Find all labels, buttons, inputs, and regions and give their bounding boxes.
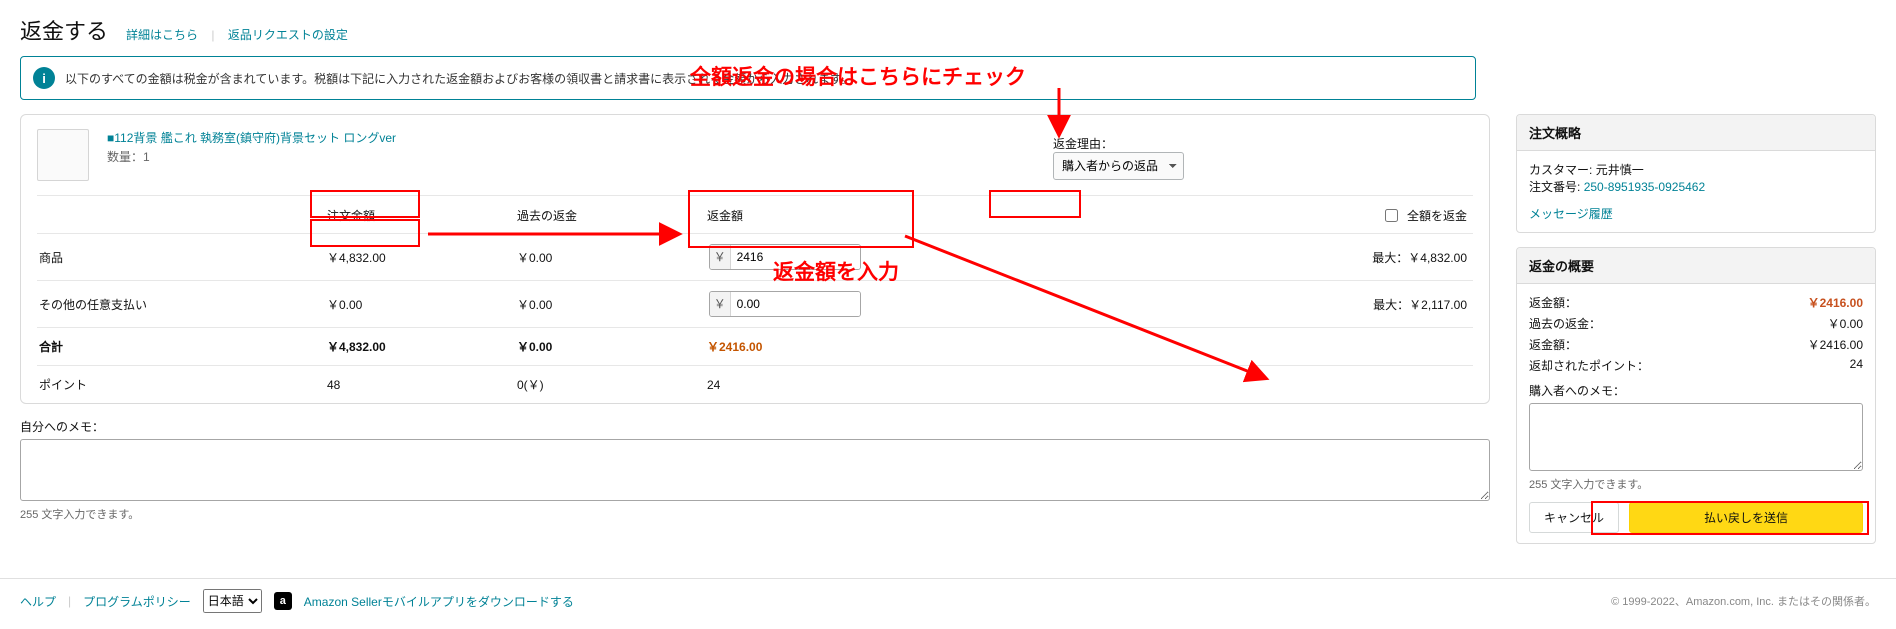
order-summary-panel: 注文概略 カスタマー: 元井慎一 注文番号: 250-8951935-09254… bbox=[1516, 114, 1876, 233]
submit-refund-button[interactable]: 払い戻しを送信 bbox=[1629, 502, 1863, 533]
footer-copyright: © 1999-2022、Amazon.com, Inc. またはその関係者。 bbox=[1611, 593, 1876, 609]
refund-table-header: 注文金額 過去の返金 返金額 全額を返金 bbox=[37, 195, 1473, 233]
row-other-refund-input-wrap: ￥ bbox=[709, 291, 861, 317]
order-id-link[interactable]: 250-8951935-0925462 bbox=[1584, 180, 1705, 194]
row-other-label: その他の任意支払い bbox=[37, 296, 327, 313]
row-product-refund-input[interactable] bbox=[731, 245, 860, 269]
page-header: 返金する 詳細はこちら | 返品リクエストの設定 bbox=[20, 14, 1876, 46]
row-total-past-refund: ￥0.00 bbox=[517, 338, 707, 355]
self-memo-label: 自分へのメモ： bbox=[20, 418, 1490, 435]
order-line: 注文番号: 250-8951935-0925462 bbox=[1529, 178, 1863, 195]
product-title-link[interactable]: ■112背景 艦これ 執務室(鎮守府)背景セット ロングver bbox=[107, 131, 396, 145]
row-product-max: 最大：￥4,832.00 bbox=[1007, 249, 1473, 266]
app-badge-icon: a bbox=[274, 592, 292, 610]
customer-line: カスタマー: 元井慎一 bbox=[1529, 161, 1863, 178]
row-product-order-amount: ￥4,832.00 bbox=[327, 249, 517, 266]
row-other-past-refund: ￥0.00 bbox=[517, 296, 707, 313]
self-memo-textarea[interactable] bbox=[20, 439, 1490, 501]
col-refund-amount: 返金額 bbox=[707, 207, 1007, 224]
summary-past-refund: 過去の返金： ￥0.00 bbox=[1529, 315, 1863, 332]
row-other-max: 最大：￥2,117.00 bbox=[1007, 296, 1473, 313]
refund-summary-title: 返金の概要 bbox=[1517, 248, 1875, 284]
table-row-other: その他の任意支払い ￥0.00 ￥0.00 ￥ 最大：￥2,117.00 bbox=[37, 280, 1473, 327]
summary-refund: 返金額： ￥2416.00 bbox=[1529, 336, 1863, 353]
message-history-link[interactable]: メッセージ履歴 bbox=[1529, 207, 1613, 221]
currency-symbol: ￥ bbox=[710, 245, 731, 269]
col-order-amount: 注文金額 bbox=[327, 207, 517, 224]
row-points-label: ポイント bbox=[37, 376, 327, 393]
row-points-order-amount: 48 bbox=[327, 378, 517, 392]
table-row-product: 商品 ￥4,832.00 ￥0.00 ￥ 最大：￥4,832.00 bbox=[37, 233, 1473, 280]
full-refund-checkbox[interactable] bbox=[1385, 209, 1398, 222]
language-select[interactable]: 日本語 bbox=[203, 589, 262, 613]
info-icon: i bbox=[33, 67, 55, 89]
refund-reason-select[interactable]: 購入者からの返品 bbox=[1053, 152, 1184, 180]
page-title: 返金する bbox=[20, 14, 108, 46]
buyer-memo-block: 購入者へのメモ： 255 文字入力できます。 bbox=[1529, 382, 1863, 492]
buyer-memo-textarea[interactable] bbox=[1529, 403, 1863, 471]
refund-summary-panel: 返金の概要 返金額： ￥2416.00 過去の返金： ￥0.00 返金額： ￥2… bbox=[1516, 247, 1876, 544]
refund-reason-label: 返金理由： bbox=[1053, 135, 1473, 152]
row-other-refund-input[interactable] bbox=[731, 292, 860, 316]
row-points-refund-amount: 24 bbox=[707, 378, 1007, 392]
row-total-refund-amount: ￥2416.00 bbox=[707, 338, 1007, 355]
row-total-label: 合計 bbox=[37, 338, 327, 355]
refund-form: ■112背景 艦これ 執務室(鎮守府)背景セット ロングver 数量：1 返金理… bbox=[20, 114, 1490, 404]
row-product-refund-input-wrap: ￥ bbox=[709, 244, 861, 270]
summary-points: 返却されたポイント： 24 bbox=[1529, 357, 1863, 374]
product-quantity: 数量：1 bbox=[107, 148, 396, 165]
col-full-refund: 全額を返金 bbox=[1007, 206, 1473, 225]
table-row-points: ポイント 48 0(￥) 24 bbox=[37, 365, 1473, 403]
info-message: 以下のすべての金額は税金が含まれています。税額は下記に入力された返金額およびお客… bbox=[65, 70, 853, 87]
row-product-past-refund: ￥0.00 bbox=[517, 249, 707, 266]
self-memo-block: 自分へのメモ： 255 文字入力できます。 bbox=[20, 418, 1490, 522]
currency-symbol: ￥ bbox=[710, 292, 731, 316]
summary-refund-amount: 返金額： ￥2416.00 bbox=[1529, 294, 1863, 311]
product-thumbnail bbox=[37, 129, 89, 181]
row-other-order-amount: ￥0.00 bbox=[327, 296, 517, 313]
buyer-memo-hint: 255 文字入力できます。 bbox=[1529, 476, 1863, 492]
page-footer: ヘルプ | プログラムポリシー 日本語 a Amazon Sellerモバイルア… bbox=[0, 578, 1896, 629]
footer-help-link[interactable]: ヘルプ bbox=[20, 593, 56, 610]
cancel-button[interactable]: キャンセル bbox=[1529, 502, 1619, 533]
self-memo-hint: 255 文字入力できます。 bbox=[20, 506, 1490, 522]
order-summary-title: 注文概略 bbox=[1517, 115, 1875, 151]
buyer-memo-label: 購入者へのメモ： bbox=[1529, 382, 1863, 399]
info-banner: i 以下のすべての金額は税金が含まれています。税額は下記に入力された返金額および… bbox=[20, 56, 1476, 100]
row-total-order-amount: ￥4,832.00 bbox=[327, 338, 517, 355]
return-settings-link[interactable]: 返品リクエストの設定 bbox=[228, 28, 348, 42]
footer-policy-link[interactable]: プログラムポリシー bbox=[83, 593, 191, 610]
table-row-total: 合計 ￥4,832.00 ￥0.00 ￥2416.00 bbox=[37, 327, 1473, 365]
detail-link[interactable]: 詳細はこちら bbox=[126, 28, 198, 42]
col-past-refund: 過去の返金 bbox=[517, 207, 707, 224]
footer-app-link[interactable]: Amazon Sellerモバイルアプリをダウンロードする bbox=[304, 593, 574, 610]
row-points-past-refund: 0(￥) bbox=[517, 376, 707, 393]
separator: | bbox=[211, 28, 214, 42]
row-product-label: 商品 bbox=[37, 249, 327, 266]
